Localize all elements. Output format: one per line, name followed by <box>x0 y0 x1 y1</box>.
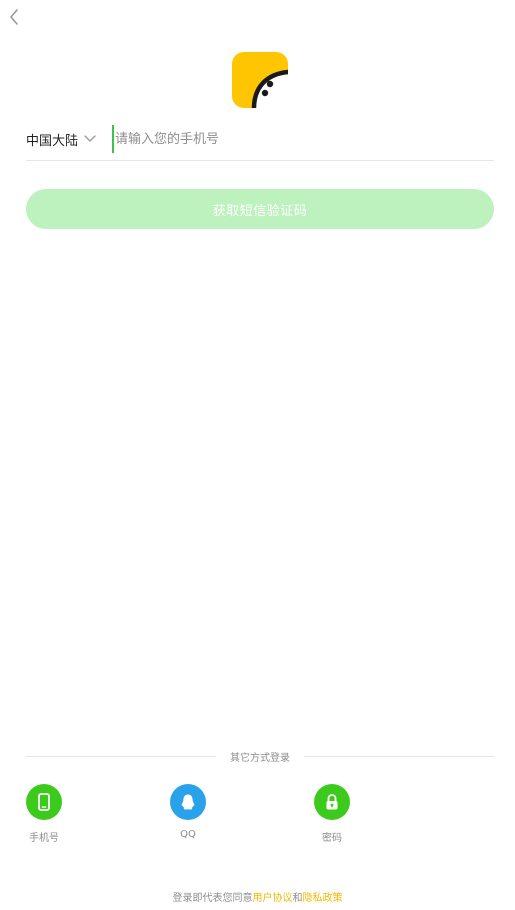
divider-right <box>304 755 494 757</box>
other-login-label: 其它方式登录 <box>230 752 290 764</box>
app-logo <box>232 52 291 111</box>
chevron-left-icon <box>10 9 18 25</box>
back-button[interactable] <box>4 6 24 28</box>
login-option-qq[interactable]: QQ <box>168 784 208 840</box>
agreement-conjunction: 和 <box>292 893 303 904</box>
agreement-text: 登录即代表您同意用户协议和隐私政策 <box>0 889 515 904</box>
privacy-policy-link[interactable]: 隐私政策 <box>303 893 343 904</box>
region-label: 中国大陆 <box>26 133 79 149</box>
divider-left <box>26 755 216 757</box>
app-logo-icon <box>232 52 291 111</box>
user-agreement-link[interactable]: 用户协议 <box>253 893 293 904</box>
input-divider <box>26 160 494 161</box>
region-select[interactable]: 中国大陆 <box>26 118 96 160</box>
login-option-password[interactable]: 密码 <box>312 784 352 844</box>
login-option-label: 手机号 <box>29 833 59 844</box>
phone-input[interactable] <box>112 125 494 153</box>
get-sms-code-button[interactable]: 获取短信验证码 <box>26 189 494 229</box>
login-option-label: QQ <box>180 829 196 840</box>
lock-icon <box>314 784 350 820</box>
qq-penguin-icon <box>170 784 206 820</box>
phone-icon <box>26 784 62 820</box>
login-option-label: 密码 <box>322 833 342 844</box>
phone-row: 中国大陆 <box>26 118 494 160</box>
other-login-title: 其它方式登录 <box>26 748 494 764</box>
login-option-phone[interactable]: 手机号 <box>24 784 64 844</box>
agreement-prefix: 登录即代表您同意 <box>172 893 253 904</box>
chevron-down-icon <box>84 133 96 145</box>
